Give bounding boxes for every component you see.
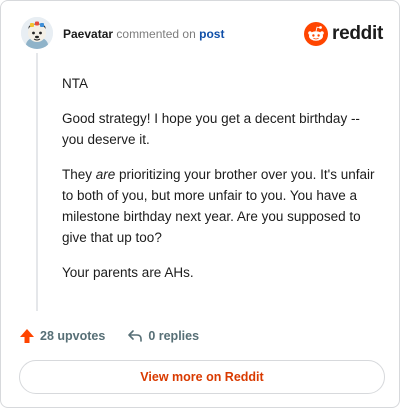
comment-text: They (62, 167, 96, 182)
user-avatar[interactable] (21, 17, 53, 49)
reply-icon (128, 330, 143, 342)
comment-paragraph: Good strategy! I hope you get a decent b… (62, 111, 360, 147)
reddit-snoo-icon (304, 22, 329, 46)
replies-button[interactable]: 0 replies (127, 328, 199, 344)
comment-paragraph: They are prioritizing your brother over … (62, 164, 380, 248)
view-more-button[interactable]: View more on Reddit (19, 360, 385, 394)
upvote-arrow-icon (20, 329, 34, 343)
comment-footer: 28 upvotes 0 replies (19, 325, 199, 347)
thread-line (36, 53, 38, 311)
embed-card: Paevatar commented on post reddit NTA Go… (0, 0, 400, 408)
comment-header: Paevatar commented on post reddit (21, 17, 383, 51)
username-link[interactable]: Paevatar (63, 27, 113, 41)
byline: Paevatar commented on post (63, 27, 224, 41)
post-link[interactable]: post (199, 27, 224, 41)
upvotes-button[interactable]: 28 upvotes (19, 328, 105, 344)
comment-paragraph: Your parents are AHs. (62, 265, 194, 280)
reddit-logo[interactable]: reddit (304, 20, 383, 48)
replies-count: 0 replies (148, 329, 200, 343)
reddit-wordmark: reddit (332, 23, 383, 44)
comment-paragraph: NTA (62, 76, 88, 91)
upvotes-count: 28 upvotes (40, 329, 106, 343)
comment-body: NTA Good strategy! I hope you get a dece… (62, 73, 380, 297)
avatar-illustration (21, 17, 53, 49)
emphasis-text: are (95, 167, 116, 182)
byline-verb: commented on (116, 27, 196, 41)
